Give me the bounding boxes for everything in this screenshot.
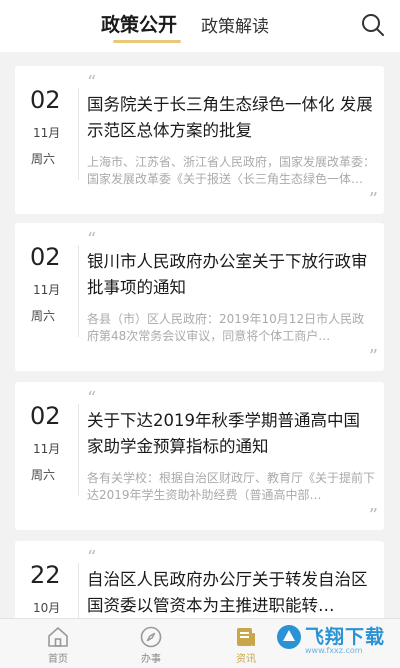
date-divider	[78, 563, 79, 622]
nav-home[interactable]: 首页	[18, 619, 98, 668]
tab-policy-interpretation[interactable]: 政策解读	[201, 12, 269, 37]
article-day: 02	[30, 402, 61, 430]
watermark-subtext: www.fxxz.com	[305, 646, 363, 655]
article-weekday: 周六	[31, 309, 56, 323]
open-quote-icon: “	[87, 388, 97, 409]
date-divider	[78, 88, 79, 180]
article-day: 22	[30, 561, 61, 589]
open-quote-icon: “	[87, 72, 97, 93]
close-quote-icon: ”	[368, 346, 378, 367]
article-weekday: 周六	[31, 152, 56, 166]
search-button[interactable]	[360, 12, 386, 38]
open-quote-icon: “	[87, 229, 97, 250]
open-quote-icon: “	[87, 547, 97, 568]
date-divider	[78, 245, 79, 337]
nav-home-label: 首页	[48, 654, 68, 665]
article-list[interactable]: 02 11月 周六 “ 国务院关于长三角生态绿色一体化 发展示范区总体方案的批复…	[0, 52, 400, 622]
search-icon	[362, 14, 384, 36]
article-title[interactable]: 关于下达2019年秋季学期普通高中国家助学金预算指标的通知	[87, 408, 375, 460]
article-card[interactable]: 02 11月 周六 “ 银川市人民政府办公室关于下放行政审批事项的通知 各县（市…	[15, 223, 384, 371]
article-month: 11月	[33, 442, 61, 456]
top-header: 政策公开 政策解读	[0, 0, 400, 52]
nav-news[interactable]: 资讯	[206, 619, 286, 668]
article-month: 11月	[33, 283, 61, 297]
article-weekday: 周六	[31, 468, 56, 482]
article-title[interactable]: 银川市人民政府办公室关于下放行政审批事项的通知	[87, 249, 375, 301]
article-summary: 各县（市）区人民政府：2019年10月12日市人民政府第48次常务会议审议，同意…	[87, 312, 365, 343]
close-quote-icon: ”	[368, 505, 378, 526]
nav-news-label: 资讯	[236, 654, 256, 665]
watermark-logo: 飞翔下载 www.fxxz.com	[275, 614, 395, 660]
tab-policy-public[interactable]: 政策公开	[101, 10, 177, 37]
nav-services-label: 办事	[141, 654, 161, 665]
active-tab-underline	[113, 40, 181, 43]
article-card[interactable]: 02 11月 周六 “ 关于下达2019年秋季学期普通高中国家助学金预算指标的通…	[15, 382, 384, 530]
close-quote-icon: ”	[368, 189, 378, 210]
article-card[interactable]: 02 11月 周六 “ 国务院关于长三角生态绿色一体化 发展示范区总体方案的批复…	[15, 66, 384, 214]
watermark-icon	[277, 625, 301, 649]
article-summary: 各有关学校：根据自治区财政厅、教育厅《关于提前下达2019年学生资助补助经费（普…	[87, 471, 375, 502]
watermark-text: 飞翔下载	[305, 626, 386, 648]
nav-services[interactable]: 办事	[111, 619, 191, 668]
home-icon	[48, 627, 68, 647]
article-day: 02	[30, 86, 61, 114]
article-card[interactable]: 22 10月 “ 自治区人民政府办公厅关于转发自治区国资委以管资本为主推进职能转…	[15, 541, 384, 622]
article-day: 02	[30, 243, 61, 271]
article-title[interactable]: 国务院关于长三角生态绿色一体化 发展示范区总体方案的批复	[87, 92, 375, 144]
news-icon	[237, 628, 255, 646]
article-month: 10月	[33, 601, 61, 615]
article-month: 11月	[33, 126, 61, 140]
article-title[interactable]: 自治区人民政府办公厅关于转发自治区国资委以管资本为主推进职能转…	[87, 567, 375, 619]
compass-icon	[140, 626, 162, 648]
date-divider	[78, 404, 79, 496]
article-summary: 上海市、江苏省、浙江省人民政府，国家发展改革委：国家发展改革委《关于报送〈长三角…	[87, 155, 375, 186]
